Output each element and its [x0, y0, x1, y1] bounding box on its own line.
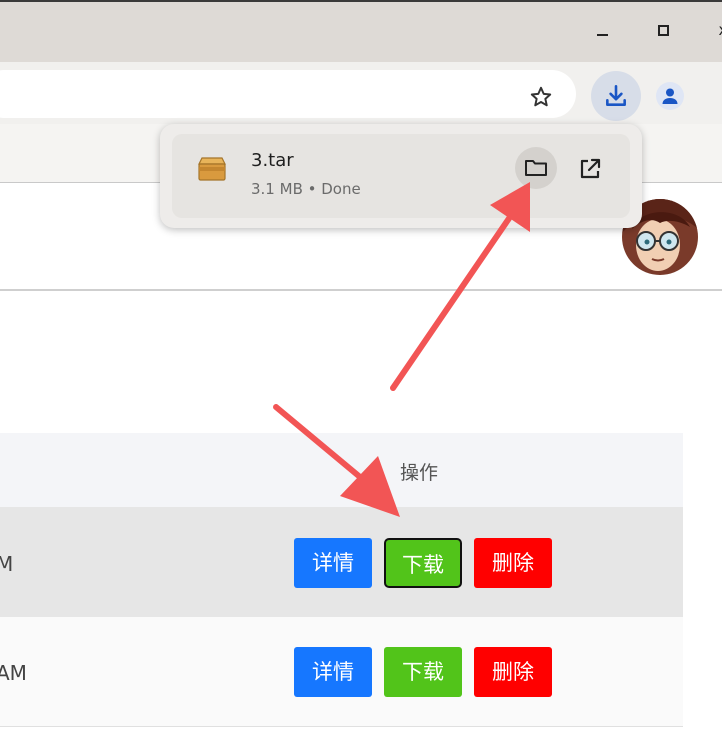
detail-button[interactable]: 详情: [294, 538, 372, 588]
download-button[interactable]: [591, 71, 641, 121]
folder-icon: [525, 160, 547, 176]
show-in-folder-button[interactable]: [515, 147, 557, 189]
window-titlebar: x: [0, 0, 722, 62]
column-header-ops: 操作: [400, 462, 439, 484]
detail-button[interactable]: 详情: [294, 647, 372, 697]
package-icon: [196, 155, 228, 183]
address-bar[interactable]: [0, 70, 576, 118]
person-icon: [662, 88, 678, 104]
table-header: [0, 433, 683, 507]
table-row: AM 详情 下载 删除: [0, 617, 683, 727]
star-icon[interactable]: [528, 84, 554, 110]
delete-button[interactable]: 删除: [474, 538, 552, 588]
download-row-button[interactable]: 下载: [384, 647, 462, 697]
delete-button[interactable]: 删除: [474, 647, 552, 697]
download-row-button[interactable]: 下载: [384, 538, 462, 588]
minimize-icon[interactable]: [592, 20, 614, 42]
download-icon: [606, 84, 626, 106]
profile-button[interactable]: [656, 82, 684, 110]
open-external-icon: [580, 158, 601, 179]
time-cell: M: [0, 552, 14, 576]
download-item[interactable]: [172, 134, 630, 218]
close-icon[interactable]: x: [712, 20, 722, 42]
download-status: 3.1 MB • Done: [251, 180, 361, 198]
open-external-button[interactable]: [573, 152, 607, 186]
download-file-name: 3.tar: [251, 150, 294, 171]
time-cell: AM: [0, 661, 27, 685]
download-bubble: [160, 124, 642, 228]
table-row: M 详情 下载 删除: [0, 507, 683, 617]
maximize-icon[interactable]: [652, 20, 674, 42]
